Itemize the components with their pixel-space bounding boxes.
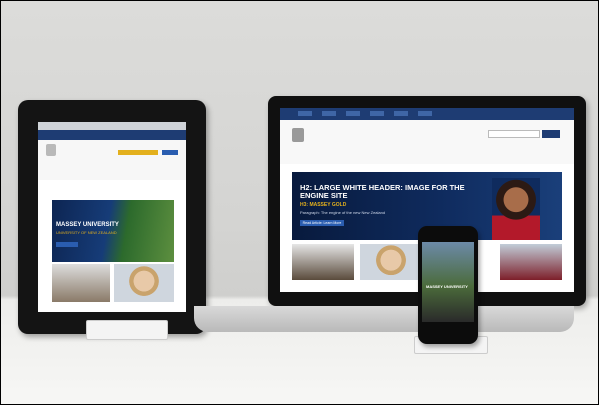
logo-icon <box>292 128 304 142</box>
hero-banner: MASSEY UNIVERSITY UNIVERSITY OF NEW ZEAL… <box>52 200 174 262</box>
search-input <box>488 130 540 138</box>
logo-icon <box>46 144 56 156</box>
header-search-button <box>162 150 178 155</box>
nav-item <box>298 111 312 116</box>
laptop-base <box>194 306 574 332</box>
phone-device: MASSEY UNIVERSITY <box>418 226 478 344</box>
tablet-screen: MASSEY UNIVERSITY UNIVERSITY OF NEW ZEAL… <box>38 122 186 312</box>
nav-item <box>394 111 408 116</box>
hero-subtitle: H3: MASSEY GOLD <box>300 202 347 208</box>
phone-screen: MASSEY UNIVERSITY <box>422 242 474 322</box>
hero-button <box>56 242 78 247</box>
photo-portrait <box>114 264 174 302</box>
phone-hero-title: MASSEY UNIVERSITY <box>426 284 468 289</box>
hero-title: MASSEY UNIVERSITY <box>56 222 119 228</box>
hero-paragraph: Paragraph: The engine of the new New Zea… <box>300 210 386 215</box>
tablet-stand <box>86 320 168 340</box>
hero-subtitle: UNIVERSITY OF NEW ZEALAND <box>56 230 117 235</box>
nav-item <box>322 111 336 116</box>
photo-card <box>500 244 562 280</box>
browser-toolbar <box>38 122 186 130</box>
site-header <box>38 140 186 180</box>
tablet-device: MASSEY UNIVERSITY UNIVERSITY OF NEW ZEAL… <box>18 100 206 334</box>
site-nav-bar <box>38 130 186 140</box>
photo-students <box>52 264 110 302</box>
hero-portrait <box>492 178 540 240</box>
header-highlight <box>118 150 158 155</box>
nav-item <box>418 111 432 116</box>
search-button <box>542 130 560 138</box>
photo-card <box>292 244 354 280</box>
site-nav-bar <box>280 108 574 120</box>
photo-card <box>360 244 422 280</box>
hero-button: Read Article: Learn More <box>300 220 344 226</box>
site-header <box>280 120 574 164</box>
hero-title: H2: LARGE WHITE HEADER: IMAGE FOR THE EN… <box>300 183 465 200</box>
nav-item <box>370 111 384 116</box>
nav-item <box>346 111 360 116</box>
